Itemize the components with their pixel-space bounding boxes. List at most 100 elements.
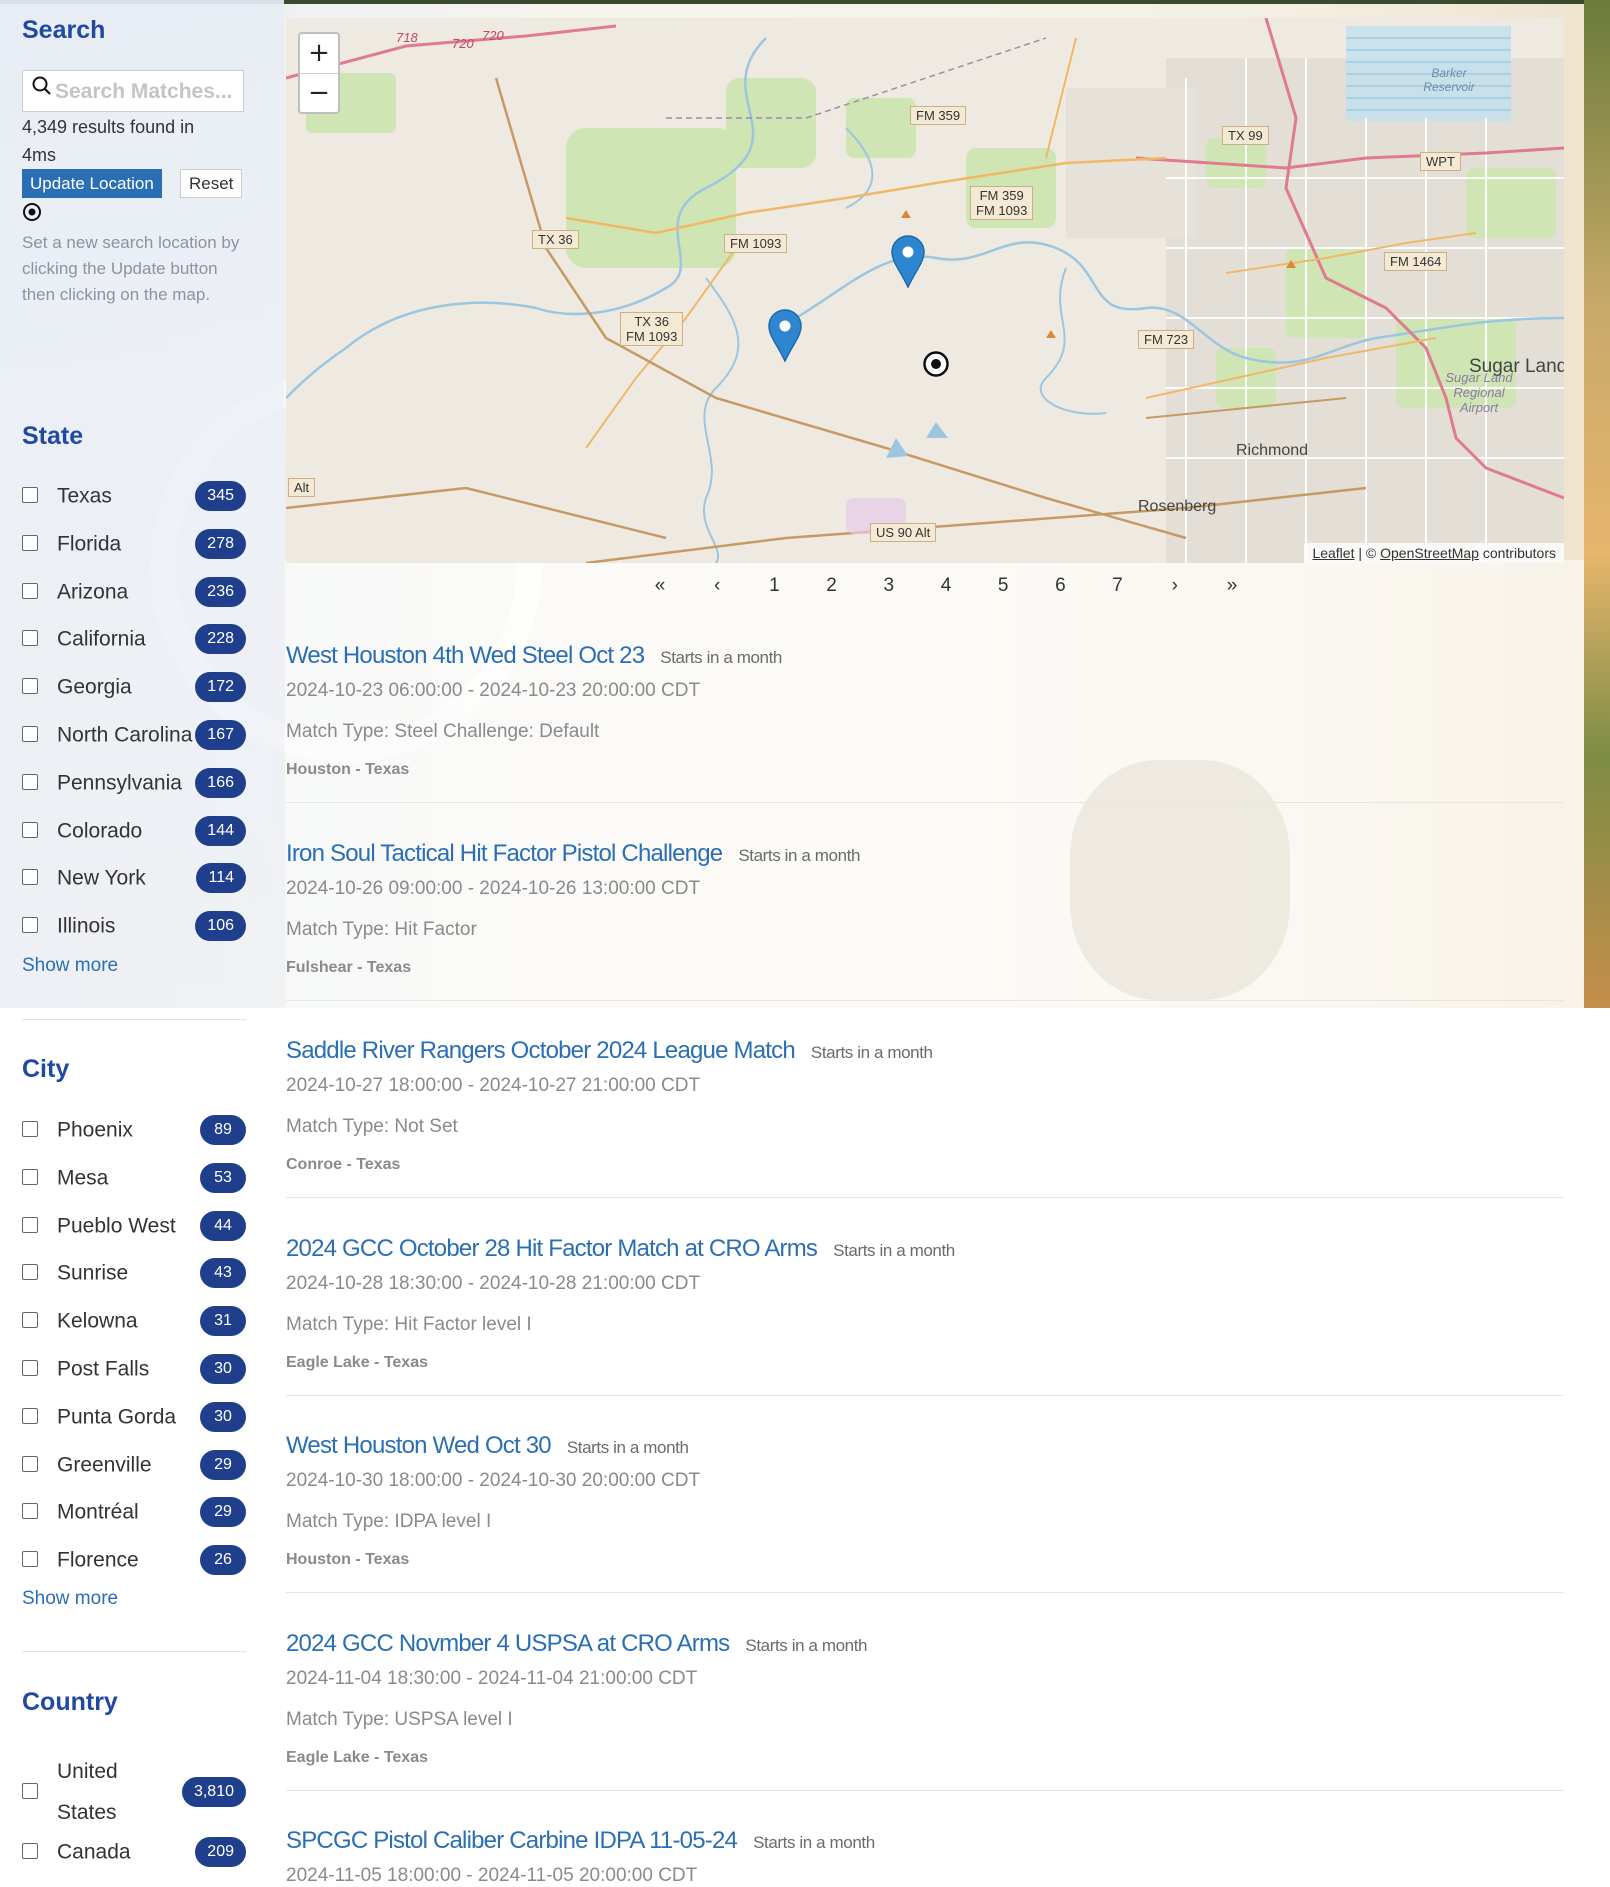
page-link[interactable]: 6 xyxy=(1040,570,1080,602)
location-target-icon[interactable] xyxy=(22,202,42,227)
page-link[interactable]: » xyxy=(1212,570,1252,602)
map-road-label: TX 36 FM 1093 xyxy=(620,312,684,346)
page-link[interactable]: « xyxy=(640,570,680,602)
facet-checkbox[interactable] xyxy=(22,630,38,647)
result-title-link[interactable]: Iron Soul Tactical Hit Factor Pistol Cha… xyxy=(286,840,723,867)
facet-label: Greenville xyxy=(57,1453,152,1477)
facet-item[interactable]: Florida 278 xyxy=(22,524,246,564)
page-link[interactable]: 1 xyxy=(754,570,794,602)
facet-checkbox[interactable] xyxy=(22,821,38,838)
facet-divider xyxy=(22,1019,246,1020)
facet-item[interactable]: Sunrise 43 xyxy=(22,1253,246,1293)
facet-checkbox[interactable] xyxy=(22,1312,38,1329)
state-show-more-link[interactable]: Show more xyxy=(22,955,118,977)
facet-checkbox[interactable] xyxy=(22,917,38,934)
zoom-out-button[interactable]: − xyxy=(300,74,338,113)
page-link[interactable]: 4 xyxy=(926,570,966,602)
facet-item[interactable]: Phoenix 89 xyxy=(22,1110,246,1150)
search-field[interactable] xyxy=(22,70,244,112)
facet-count-badge: 30 xyxy=(200,1354,246,1384)
facet-item[interactable]: Montréal 29 xyxy=(22,1492,246,1532)
map-marker-icon[interactable] xyxy=(767,308,803,367)
facet-checkbox[interactable] xyxy=(22,1783,38,1799)
facet-label: Kelowna xyxy=(57,1309,138,1333)
facet-checkbox[interactable] xyxy=(22,1843,38,1859)
facet-checkbox[interactable] xyxy=(22,582,38,599)
background-band xyxy=(285,560,1585,1010)
page-link[interactable]: 3 xyxy=(869,570,909,602)
facet-label: Arizona xyxy=(57,580,129,604)
map-place-label: Barker Reservoir xyxy=(1423,66,1475,94)
map[interactable]: FM 359 FM 359 FM 1093 TX 99 WPT TX 36 FM… xyxy=(286,18,1564,563)
facet-item[interactable]: Georgia 172 xyxy=(22,667,246,707)
facet-checkbox[interactable] xyxy=(22,1360,38,1376)
result-title-link[interactable]: 2024 GCC Novmber 4 USPSA at CRO Arms xyxy=(286,1630,730,1657)
facet-item[interactable]: Texas 345 xyxy=(22,476,246,516)
result-title-link[interactable]: Saddle River Rangers October 2024 League… xyxy=(286,1037,796,1064)
facet-item[interactable]: Pennsylvania 166 xyxy=(22,763,246,803)
search-input[interactable] xyxy=(53,75,241,109)
facet-checkbox[interactable] xyxy=(22,1216,38,1233)
result-title-link[interactable]: West Houston 4th Wed Steel Oct 23 xyxy=(286,642,645,669)
facet-checkbox[interactable] xyxy=(22,1455,38,1472)
facet-item[interactable]: Post Falls 30 xyxy=(22,1349,246,1389)
openstreetmap-link[interactable]: OpenStreetMap xyxy=(1380,545,1479,561)
facet-item[interactable]: Illinois 106 xyxy=(22,906,246,946)
facet-checkbox[interactable] xyxy=(22,773,38,790)
facet-checkbox[interactable] xyxy=(22,1551,38,1568)
facet-checkbox[interactable] xyxy=(22,1121,38,1137)
facet-item[interactable]: Florence 26 xyxy=(22,1540,246,1580)
facet-label: New York xyxy=(57,866,146,890)
result-divider xyxy=(286,1790,1564,1791)
facet-count-badge: 31 xyxy=(200,1306,246,1337)
map-marker-icon[interactable] xyxy=(890,234,926,293)
facet-checkbox[interactable] xyxy=(22,487,38,503)
facet-item[interactable]: New York 114 xyxy=(22,858,246,898)
facet-checkbox[interactable] xyxy=(22,678,38,695)
result-match-type: Match Type: Steel Challenge: Default xyxy=(286,721,600,742)
map-road-label: TX 99 xyxy=(1222,126,1269,145)
facet-checkbox[interactable] xyxy=(22,869,38,886)
facet-label: Florence xyxy=(57,1548,139,1572)
facet-item[interactable]: Punta Gorda 30 xyxy=(22,1397,246,1437)
facet-checkbox[interactable] xyxy=(22,534,38,551)
update-location-button[interactable]: Update Location xyxy=(22,169,162,198)
result-starts-label: Starts in a month xyxy=(738,846,861,865)
facet-checkbox[interactable] xyxy=(22,1407,38,1424)
facet-item[interactable]: North Carolina 167 xyxy=(22,715,246,755)
facet-item[interactable]: Mesa 53 xyxy=(22,1158,246,1198)
page-link[interactable]: 5 xyxy=(983,570,1023,602)
facet-label: Georgia xyxy=(57,675,132,699)
result-location: Eagle Lake - Texas xyxy=(286,1749,428,1766)
facet-item[interactable]: Kelowna 31 xyxy=(22,1301,246,1341)
facet-item-united-states[interactable]: United States 3,810 xyxy=(22,1741,246,1843)
facet-item[interactable]: Greenville 29 xyxy=(22,1445,246,1485)
facet-item[interactable]: California 228 xyxy=(22,619,246,659)
result-title-link[interactable]: West Houston Wed Oct 30 xyxy=(286,1432,552,1459)
map-road-label-line: FM 1093 xyxy=(976,203,1028,218)
page-link[interactable]: 2 xyxy=(812,570,852,602)
facet-item-canada[interactable]: Canada 209 xyxy=(22,1832,246,1872)
facet-checkbox[interactable] xyxy=(22,726,38,742)
page-link[interactable]: 7 xyxy=(1098,570,1138,602)
zoom-in-button[interactable]: + xyxy=(300,34,338,74)
leaflet-link[interactable]: Leaflet xyxy=(1312,545,1354,561)
facet-checkbox[interactable] xyxy=(22,1168,38,1185)
map-road-label: FM 1464 xyxy=(1384,252,1448,271)
reset-button[interactable]: Reset xyxy=(180,169,243,198)
result-title-link[interactable]: SPCGC Pistol Caliber Carbine IDPA 11-05-… xyxy=(286,1827,738,1854)
map-road-label-line: FM 359 xyxy=(979,188,1024,203)
result-dates: 2024-11-05 18:00:00 - 2024-11-05 20:00:0… xyxy=(286,1865,698,1886)
facet-checkbox[interactable] xyxy=(22,1264,38,1281)
facet-label: Mesa xyxy=(57,1166,109,1190)
city-show-more-link[interactable]: Show more xyxy=(22,1588,118,1610)
page-link[interactable]: ‹ xyxy=(697,570,737,602)
result-title-link[interactable]: 2024 GCC October 28 Hit Factor Match at … xyxy=(286,1235,818,1262)
facet-count-badge: 172 xyxy=(195,672,246,703)
page-link[interactable]: › xyxy=(1155,570,1195,602)
facet-item[interactable]: Arizona 236 xyxy=(22,572,246,612)
facet-checkbox[interactable] xyxy=(22,1503,38,1520)
facet-item[interactable]: Colorado 144 xyxy=(22,811,246,851)
facet-item[interactable]: Pueblo West 44 xyxy=(22,1206,246,1246)
facet-label: Pennsylvania xyxy=(57,771,182,795)
